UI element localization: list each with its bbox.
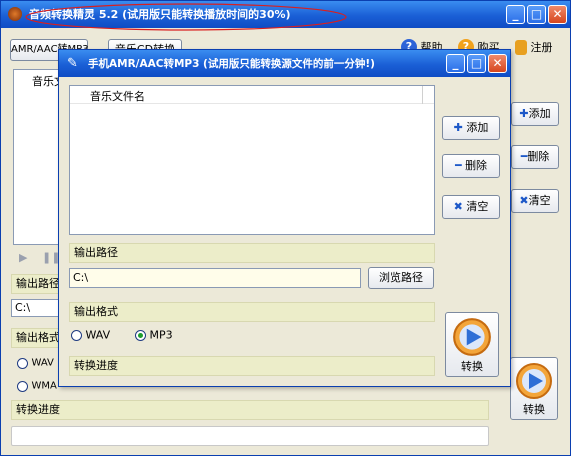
- minus-icon: ━: [454, 159, 462, 172]
- dialog-list-header: 音乐文件名: [90, 90, 145, 103]
- annotation-ellipse: [25, 3, 347, 31]
- main-convert-button[interactable]: 转换: [510, 357, 558, 420]
- x-icon: ✖: [519, 194, 529, 207]
- dialog-minimize-button[interactable]: _: [446, 54, 465, 73]
- main-add-button[interactable]: ✚添加: [511, 102, 559, 126]
- dialog-title: 手机AMR/AAC转MP3 (试用版只能转换源文件的前一分钟!): [88, 58, 375, 70]
- register-button[interactable]: 注册: [515, 39, 553, 55]
- dialog-radio-mp3[interactable]: MP3: [135, 328, 173, 342]
- dialog-output-path-field[interactable]: C:\: [69, 268, 361, 288]
- main-convert-label: 转换: [523, 403, 545, 416]
- main-progress-bar: [11, 426, 489, 446]
- main-delete-button[interactable]: ━删除: [511, 145, 559, 169]
- x-icon: ✖: [453, 200, 463, 213]
- list-header-divider: [422, 86, 423, 104]
- dialog-progress-label: 转换进度: [69, 356, 435, 376]
- dialog-radio-wav[interactable]: WAV: [71, 328, 110, 342]
- plus-icon: ✚: [453, 121, 463, 134]
- main-minimize-button[interactable]: _: [506, 5, 525, 24]
- dialog-clear-button[interactable]: ✖ 清空: [442, 195, 500, 219]
- radio-wav-circle[interactable]: [17, 357, 28, 369]
- app-icon: [8, 7, 22, 21]
- main-close-button[interactable]: ✕: [548, 5, 567, 24]
- dialog-delete-button[interactable]: ━ 删除: [442, 154, 500, 178]
- main-radio-wav[interactable]: WAV: [17, 356, 54, 369]
- main-progress-label: 转换进度: [11, 400, 489, 420]
- radio-mp3-circle[interactable]: [135, 329, 146, 341]
- converter-dialog: ✎ 手机AMR/AAC转MP3 (试用版只能转换源文件的前一分钟!) _ □ ✕…: [58, 49, 511, 387]
- main-maximize-button[interactable]: □: [527, 5, 546, 24]
- play-icon[interactable]: ▶: [19, 251, 27, 264]
- dialog-add-button[interactable]: ✚ 添加: [442, 116, 500, 140]
- lock-icon: [515, 39, 527, 55]
- pen-icon: ✎: [67, 56, 78, 71]
- radio-wav-circle[interactable]: [71, 329, 82, 341]
- dialog-maximize-button[interactable]: □: [467, 54, 486, 73]
- main-radio-wma[interactable]: WMA: [17, 379, 57, 392]
- dialog-output-path-label: 输出路径: [69, 243, 435, 263]
- dialog-file-list[interactable]: 音乐文件名: [69, 85, 435, 235]
- convert-icon: [516, 363, 552, 399]
- main-clear-button[interactable]: ✖清空: [511, 189, 559, 213]
- convert-icon: [453, 318, 491, 356]
- dialog-convert-button[interactable]: 转换: [445, 312, 499, 377]
- radio-wma-circle[interactable]: [17, 380, 28, 392]
- plus-icon: ✚: [519, 107, 529, 120]
- dialog-close-button[interactable]: ✕: [488, 54, 507, 73]
- dialog-convert-label: 转换: [461, 360, 483, 373]
- dialog-titlebar: ✎ 手机AMR/AAC转MP3 (试用版只能转换源文件的前一分钟!) _ □ ✕: [59, 50, 510, 77]
- browse-path-button[interactable]: 浏览路径: [368, 267, 434, 289]
- dialog-output-format-label: 输出格式: [69, 302, 435, 322]
- register-label: 注册: [530, 41, 553, 54]
- dialog-list-header-row: 音乐文件名: [70, 86, 434, 104]
